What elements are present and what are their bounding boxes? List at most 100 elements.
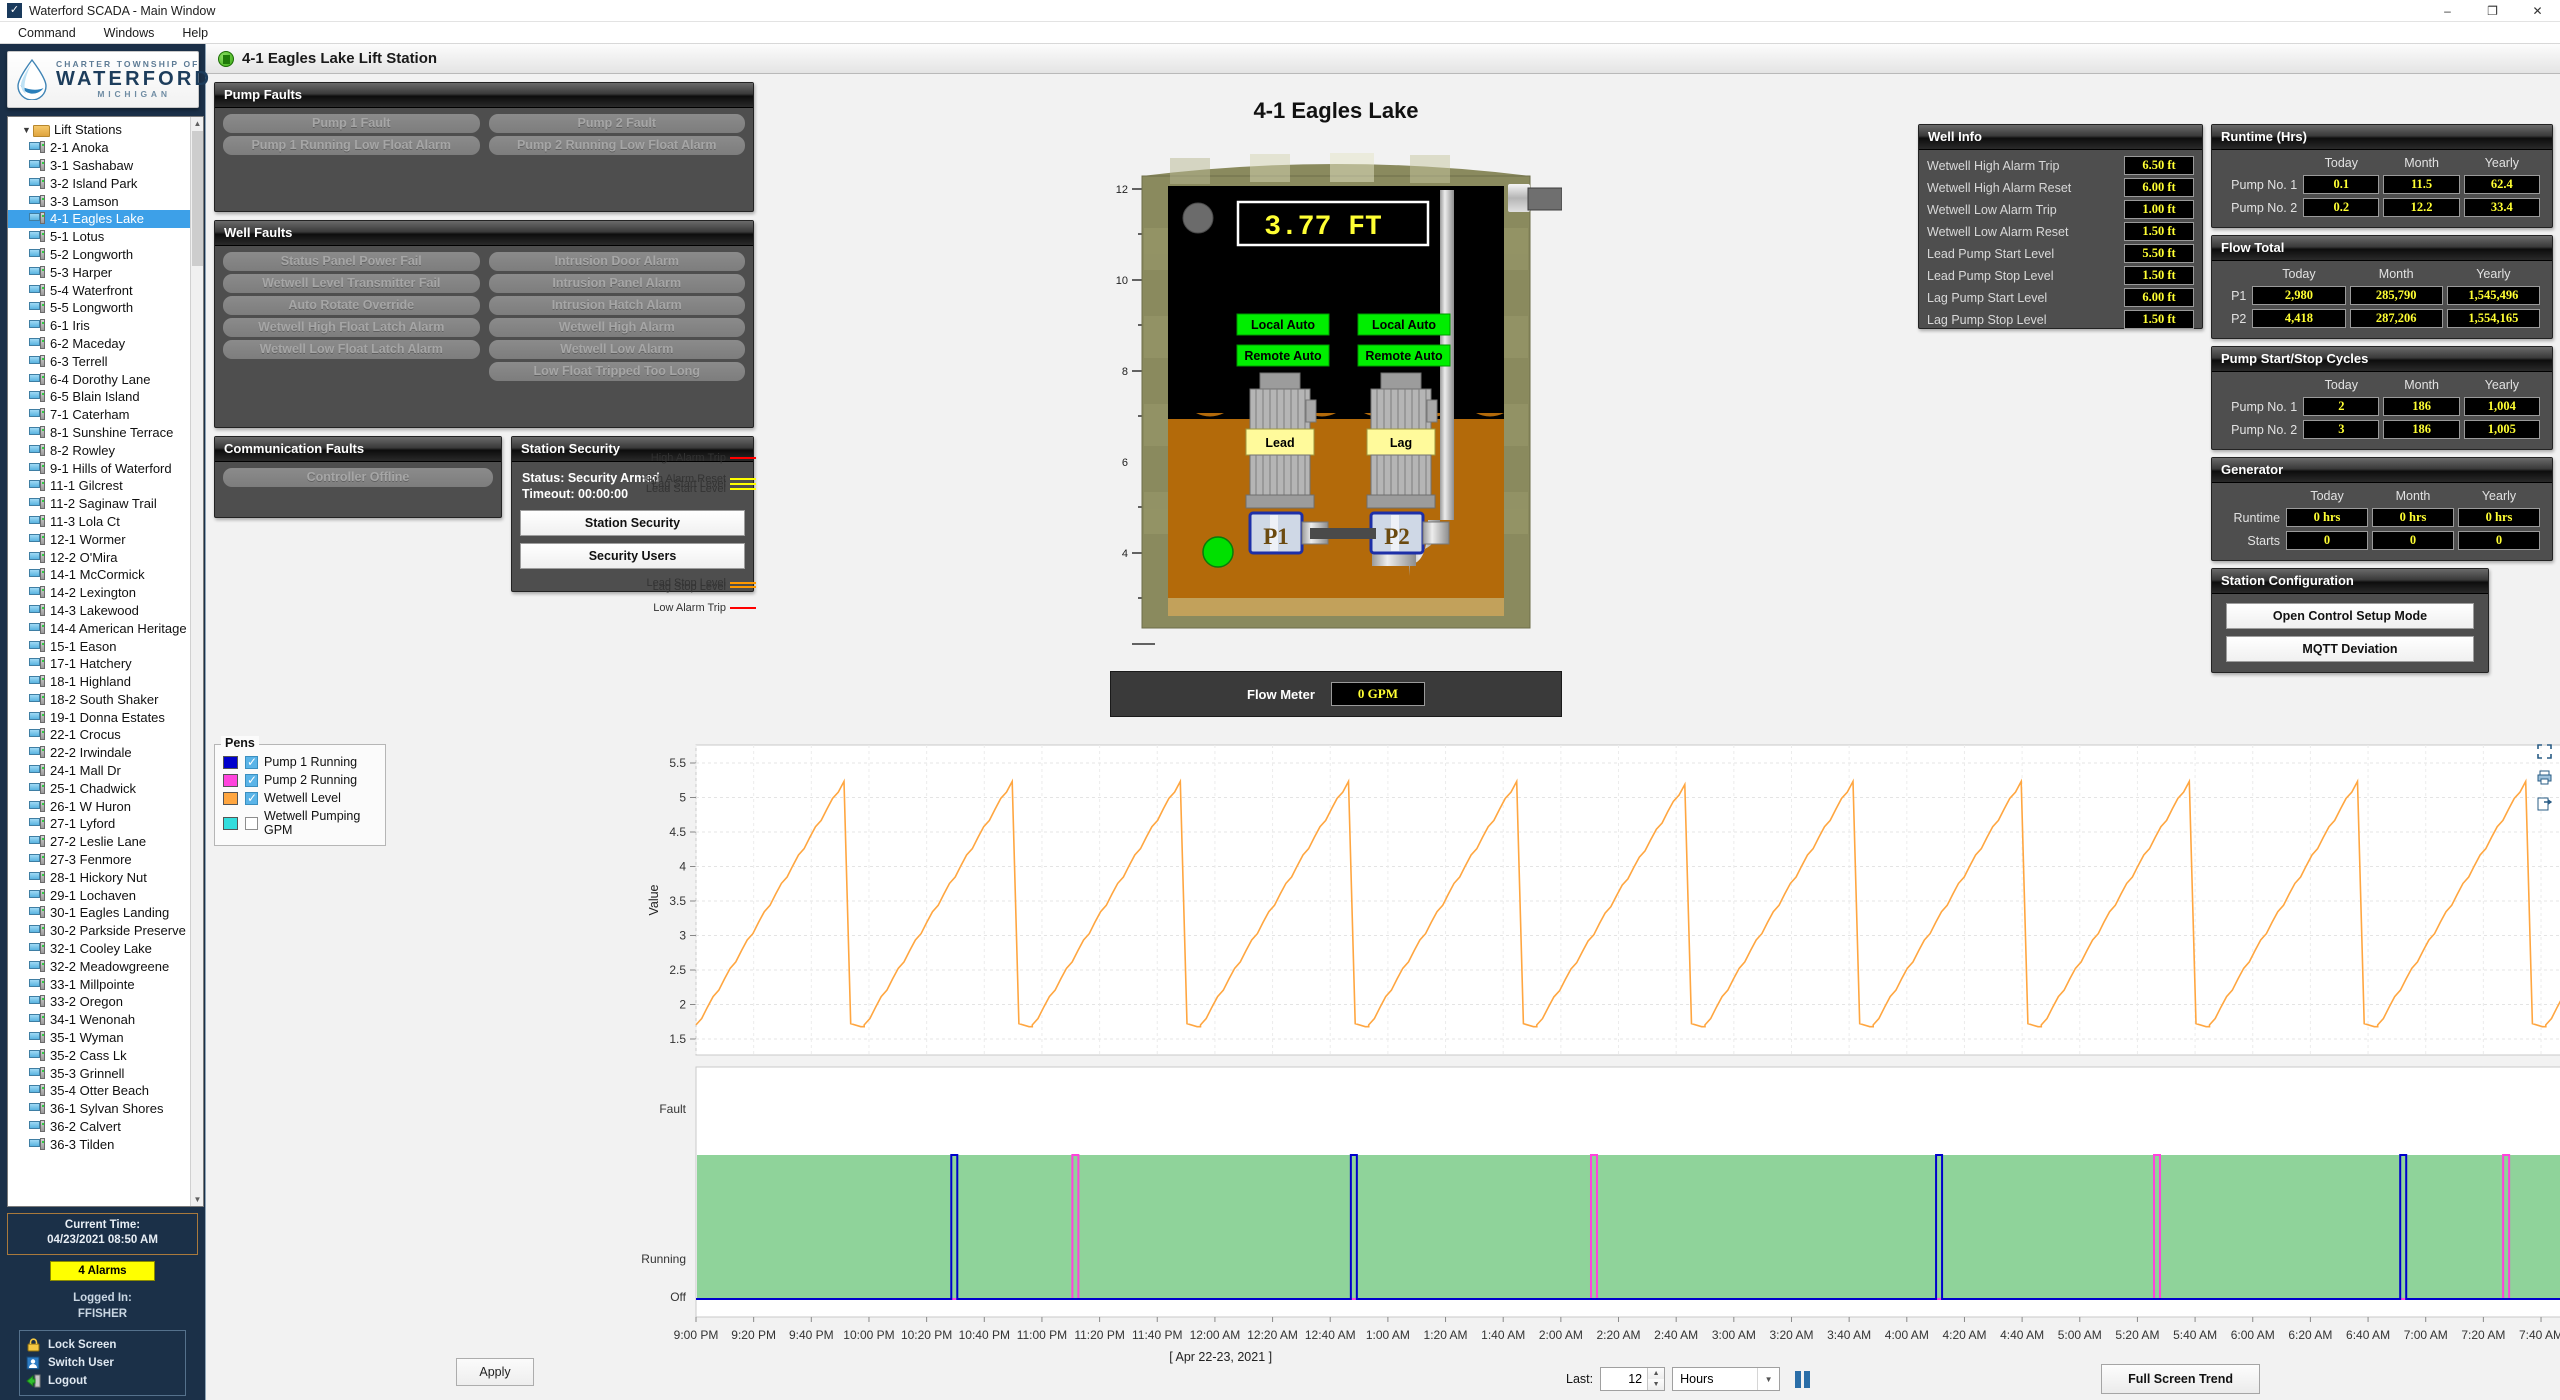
sidebar-item-26-1-w-huron[interactable]: 26-1 W Huron: [8, 797, 203, 815]
pen-checkbox[interactable]: [245, 816, 258, 830]
pen-item[interactable]: Pump 2 Running: [223, 773, 377, 787]
security-users-button[interactable]: Security Users: [520, 543, 745, 569]
sidebar-item-14-2-lexington[interactable]: 14-2 Lexington: [8, 584, 203, 602]
sidebar-item-27-2-leslie-lane[interactable]: 27-2 Leslie Lane: [8, 833, 203, 851]
pen-checkbox[interactable]: [245, 773, 258, 787]
sidebar-item-28-1-hickory-nut[interactable]: 28-1 Hickory Nut: [8, 868, 203, 886]
pen-item[interactable]: Wetwell Pumping GPM: [223, 809, 377, 837]
open-control-setup-button[interactable]: Open Control Setup Mode: [2226, 603, 2474, 629]
stepper-down-icon[interactable]: ▼: [1648, 1379, 1665, 1390]
expand-icon[interactable]: [2535, 742, 2553, 760]
export-icon[interactable]: [2535, 794, 2553, 812]
sidebar-item-3-3-lamson[interactable]: 3-3 Lamson: [8, 192, 203, 210]
sidebar-item-34-1-wenonah[interactable]: 34-1 Wenonah: [8, 1011, 203, 1029]
sidebar-item-35-2-cass-lk[interactable]: 35-2 Cass Lk: [8, 1046, 203, 1064]
sidebar-item-8-1-sunshine-terrace[interactable]: 8-1 Sunshine Terrace: [8, 424, 203, 442]
sidebar-item-11-1-gilcrest[interactable]: 11-1 Gilcrest: [8, 477, 203, 495]
sidebar-item-12-2-o-mira[interactable]: 12-2 O'Mira: [8, 548, 203, 566]
trend-chart-svg[interactable]: 5.5 5 4.5 4 3.5 3 2.5 2 1.5 Value Fault Running Off 9…: [636, 737, 2560, 1367]
sidebar-item-6-2-maceday[interactable]: 6-2 Maceday: [8, 335, 203, 353]
sidebar-item-29-1-lochaven[interactable]: 29-1 Lochaven: [8, 886, 203, 904]
sidebar-item-33-1-millpointe[interactable]: 33-1 Millpointe: [8, 975, 203, 993]
minimize-button[interactable]: –: [2425, 0, 2470, 22]
sidebar-item-12-1-wormer[interactable]: 12-1 Wormer: [8, 530, 203, 548]
station-security-button[interactable]: Station Security: [520, 510, 745, 536]
scroll-up-arrow[interactable]: ▲: [191, 117, 203, 130]
sidebar-item-15-1-eason[interactable]: 15-1 Eason: [8, 637, 203, 655]
scroll-down-arrow[interactable]: ▼: [191, 1192, 203, 1206]
menu-windows[interactable]: Windows: [90, 23, 169, 43]
full-screen-trend-button[interactable]: Full Screen Trend: [2101, 1364, 2260, 1394]
pen-item[interactable]: Pump 1 Running: [223, 755, 377, 769]
chevron-down-icon[interactable]: ▼: [22, 125, 33, 135]
duration-input[interactable]: [1601, 1368, 1648, 1390]
alarms-button[interactable]: 4 Alarms: [50, 1260, 155, 1281]
sidebar-item-14-3-lakewood[interactable]: 14-3 Lakewood: [8, 602, 203, 620]
stepper-up-icon[interactable]: ▲: [1648, 1368, 1665, 1379]
sidebar-item-7-1-caterham[interactable]: 7-1 Caterham: [8, 406, 203, 424]
switch-user-action[interactable]: Switch User: [26, 1354, 179, 1372]
tree-root-lift-stations[interactable]: ▼ Lift Stations: [8, 121, 203, 139]
sidebar-item-24-1-mall-dr[interactable]: 24-1 Mall Dr: [8, 762, 203, 780]
sidebar-item-36-2-calvert[interactable]: 36-2 Calvert: [8, 1118, 203, 1136]
sidebar-item-18-2-south-shaker[interactable]: 18-2 South Shaker: [8, 691, 203, 709]
sidebar-item-5-3-harper[interactable]: 5-3 Harper: [8, 263, 203, 281]
duration-stepper[interactable]: ▲ ▼: [1600, 1367, 1666, 1391]
pen-checkbox[interactable]: [245, 791, 258, 805]
sidebar-item-35-3-grinnell[interactable]: 35-3 Grinnell: [8, 1064, 203, 1082]
sidebar-item-35-4-otter-beach[interactable]: 35-4 Otter Beach: [8, 1082, 203, 1100]
x-tick-label: 1:20 AM: [1424, 1328, 1468, 1342]
sidebar-item-32-1-cooley-lake[interactable]: 32-1 Cooley Lake: [8, 940, 203, 958]
pen-checkbox[interactable]: [245, 755, 258, 769]
sidebar-item-36-3-tilden[interactable]: 36-3 Tilden: [8, 1135, 203, 1153]
mqtt-deviation-button[interactable]: MQTT Deviation: [2226, 636, 2474, 662]
sidebar-item-9-1-hills-of-waterford[interactable]: 9-1 Hills of Waterford: [8, 459, 203, 477]
sidebar-item-5-2-longworth[interactable]: 5-2 Longworth: [8, 246, 203, 264]
sidebar-item-5-5-longworth[interactable]: 5-5 Longworth: [8, 299, 203, 317]
chevron-down-icon[interactable]: ▼: [1757, 1368, 1779, 1390]
sidebar-item-2-1-anoka[interactable]: 2-1 Anoka: [8, 139, 203, 157]
sidebar-item-35-1-wyman[interactable]: 35-1 Wyman: [8, 1029, 203, 1047]
sidebar-item-30-2-parkside-preserve[interactable]: 30-2 Parkside Preserve: [8, 922, 203, 940]
sidebar-item-27-1-lyford[interactable]: 27-1 Lyford: [8, 815, 203, 833]
sidebar-item-11-3-lola-ct[interactable]: 11-3 Lola Ct: [8, 513, 203, 531]
sidebar-item-22-2-irwindale[interactable]: 22-2 Irwindale: [8, 744, 203, 762]
sidebar-item-4-1-eagles-lake[interactable]: 4-1 Eagles Lake: [8, 209, 203, 228]
maximize-button[interactable]: ❐: [2470, 0, 2515, 22]
logout-action[interactable]: Logout: [26, 1372, 179, 1390]
sidebar-item-5-4-waterfront[interactable]: 5-4 Waterfront: [8, 281, 203, 299]
sidebar-item-19-1-donna-estates[interactable]: 19-1 Donna Estates: [8, 708, 203, 726]
duration-unit-select[interactable]: Hours ▼: [1672, 1367, 1781, 1391]
sidebar-item-17-1-hatchery[interactable]: 17-1 Hatchery: [8, 655, 203, 673]
sidebar-item-6-1-iris[interactable]: 6-1 Iris: [8, 317, 203, 335]
station-tree[interactable]: ▼ Lift Stations 2-1 Anoka 3-1 Sashabaw 3-2 I…: [7, 116, 204, 1207]
sidebar-item-3-1-sashabaw[interactable]: 3-1 Sashabaw: [8, 157, 203, 175]
tree-scrollbar[interactable]: ▲ ▼: [190, 117, 203, 1206]
sidebar-item-14-1-mccormick[interactable]: 14-1 McCormick: [8, 566, 203, 584]
sidebar-item-25-1-chadwick[interactable]: 25-1 Chadwick: [8, 779, 203, 797]
sidebar-item-30-1-eagles-landing[interactable]: 30-1 Eagles Landing: [8, 904, 203, 922]
sidebar-item-33-2-oregon[interactable]: 33-2 Oregon: [8, 993, 203, 1011]
close-button[interactable]: ✕: [2515, 0, 2560, 22]
sidebar-item-11-2-saginaw-trail[interactable]: 11-2 Saginaw Trail: [8, 495, 203, 513]
sidebar-item-6-3-terrell[interactable]: 6-3 Terrell: [8, 352, 203, 370]
lock-screen-action[interactable]: Lock Screen: [26, 1336, 179, 1354]
station-icon: [29, 354, 45, 368]
menu-help[interactable]: Help: [168, 23, 222, 43]
menu-command[interactable]: Command: [4, 23, 90, 43]
sidebar-item-32-2-meadowgreene[interactable]: 32-2 Meadowgreene: [8, 957, 203, 975]
sidebar-item-3-2-island-park[interactable]: 3-2 Island Park: [8, 174, 203, 192]
sidebar-item-27-3-fenmore[interactable]: 27-3 Fenmore: [8, 851, 203, 869]
sidebar-item-14-4-american-heritage[interactable]: 14-4 American Heritage: [8, 619, 203, 637]
print-icon[interactable]: [2535, 768, 2553, 786]
sidebar-item-18-1-highland[interactable]: 18-1 Highland: [8, 673, 203, 691]
sidebar-item-22-1-crocus[interactable]: 22-1 Crocus: [8, 726, 203, 744]
sidebar-item-8-2-rowley[interactable]: 8-2 Rowley: [8, 441, 203, 459]
sidebar-item-36-1-sylvan-shores[interactable]: 36-1 Sylvan Shores: [8, 1100, 203, 1118]
sidebar-item-6-4-dorothy-lane[interactable]: 6-4 Dorothy Lane: [8, 370, 203, 388]
pause-icon[interactable]: [1795, 1370, 1811, 1388]
scroll-thumb[interactable]: [192, 131, 203, 266]
pen-item[interactable]: Wetwell Level: [223, 791, 377, 805]
sidebar-item-5-1-lotus[interactable]: 5-1 Lotus: [8, 228, 203, 246]
sidebar-item-6-5-blain-island[interactable]: 6-5 Blain Island: [8, 388, 203, 406]
